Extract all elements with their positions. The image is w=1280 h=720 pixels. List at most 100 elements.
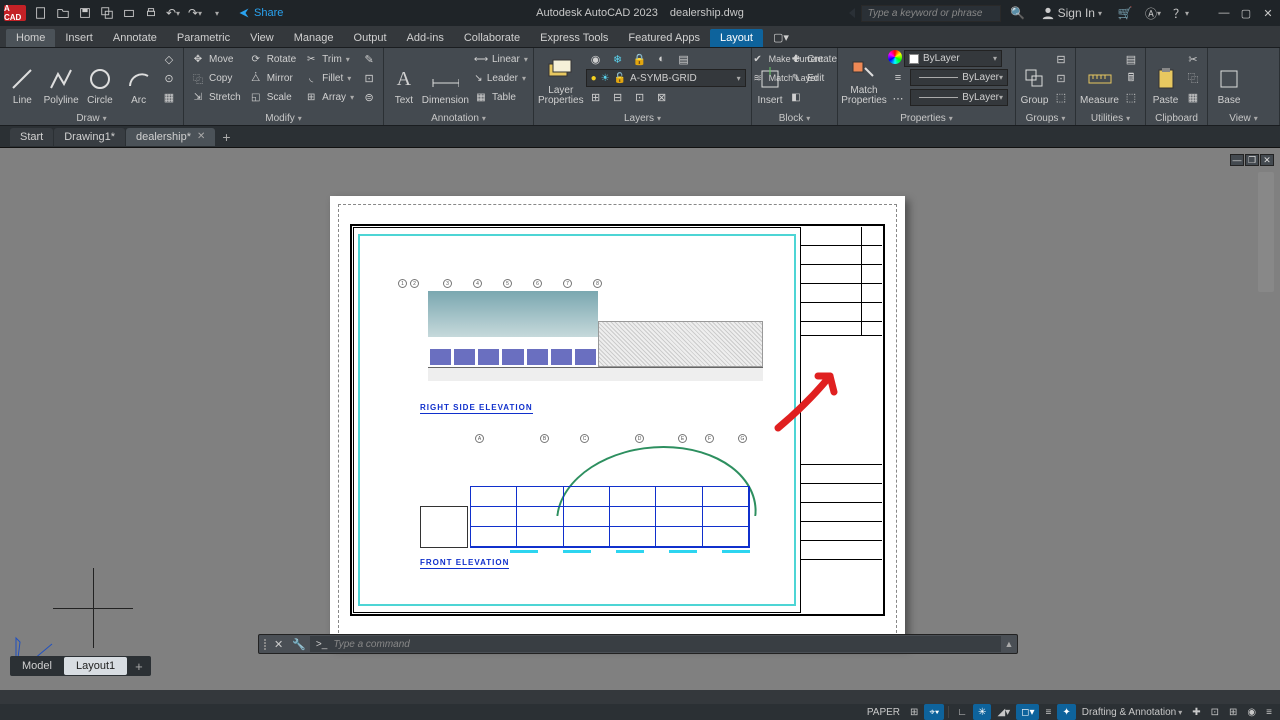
navigation-bar[interactable] — [1258, 172, 1274, 292]
tab-close-icon[interactable]: ✕ — [197, 131, 205, 142]
layer-s2-icon[interactable]: ⊟ — [608, 88, 628, 106]
layer-properties-button[interactable]: Layer Properties — [538, 50, 584, 106]
text-button[interactable]: AText — [388, 50, 420, 106]
cmd-close-icon[interactable]: ✕ — [269, 638, 288, 651]
group-button[interactable]: Group — [1020, 50, 1049, 106]
linetype-selector[interactable]: ByLayer▾ — [910, 89, 1008, 106]
table-button[interactable]: ▦Table — [471, 88, 529, 106]
arc-button[interactable]: Arc — [120, 50, 157, 106]
status-snap-icon[interactable]: ⌖▾ — [924, 704, 944, 720]
status-osnap-icon[interactable]: ◻▾ — [1016, 704, 1039, 720]
copy-clip-icon[interactable]: ⿻ — [1183, 69, 1203, 87]
edit-block-button[interactable]: ✎Edit — [786, 69, 840, 87]
status-iso-icon[interactable]: ◢▾ — [993, 704, 1014, 720]
menu-view[interactable]: View — [240, 29, 284, 47]
base-view-button[interactable]: Base — [1212, 50, 1246, 106]
qat-undo-icon[interactable]: ↶▾ — [164, 4, 182, 22]
rotate-button[interactable]: ⟳Rotate — [246, 50, 299, 68]
group-sel-icon[interactable]: ⬚ — [1051, 88, 1071, 106]
layer-freeze-icon[interactable]: ❄ — [608, 50, 628, 68]
status-polar-icon[interactable]: ✳ — [973, 704, 991, 720]
leader-button[interactable]: ↘Leader▾ — [471, 69, 529, 87]
menu-layout[interactable]: Layout — [710, 29, 763, 47]
layer-iso-icon[interactable]: ◐ — [652, 50, 672, 68]
maximize-icon[interactable]: ▢ — [1238, 6, 1254, 20]
layer-lock-icon[interactable]: 🔒 — [630, 50, 650, 68]
menu-output[interactable]: Output — [344, 29, 397, 47]
signin-button[interactable]: Sign In ▾ — [1037, 4, 1106, 22]
layer-more-icon[interactable]: ▤ — [674, 50, 694, 68]
cut-icon[interactable]: ✂ — [1183, 50, 1203, 68]
polyline-button[interactable]: Polyline — [43, 50, 80, 106]
menu-manage[interactable]: Manage — [284, 29, 344, 47]
menu-collaborate[interactable]: Collaborate — [454, 29, 530, 47]
status-paper[interactable]: PAPER — [863, 704, 904, 720]
dimension-button[interactable]: Dimension — [422, 50, 469, 106]
tab-model[interactable]: Model — [10, 657, 64, 675]
menu-annotate[interactable]: Annotate — [103, 29, 167, 47]
group-edit-icon[interactable]: ⊡ — [1051, 69, 1071, 87]
panel-view-title[interactable]: View▾ — [1212, 112, 1275, 125]
command-line[interactable]: ✕ 🔧 >_ Type a command ▲ — [258, 634, 1018, 654]
menu-extra-icon[interactable]: ▢▾ — [763, 28, 799, 47]
linetype-icon[interactable]: ⋯ — [888, 89, 908, 107]
qat-save-icon[interactable] — [76, 4, 94, 22]
menu-addins[interactable]: Add-ins — [397, 29, 454, 47]
status-a2-icon[interactable]: ⊡ — [1207, 704, 1223, 720]
tab-layout1[interactable]: Layout1 — [64, 657, 127, 675]
new-tab-button[interactable]: + — [216, 128, 236, 146]
menu-home[interactable]: Home — [6, 29, 55, 47]
move-button[interactable]: ✥Move — [188, 50, 244, 68]
array-button[interactable]: ⊞Array▾ — [301, 88, 357, 106]
layer-selector[interactable]: ● ☀ 🔓 A-SYMB-GRID ▾ — [586, 69, 746, 87]
tab-dealership[interactable]: dealership*✕ — [126, 128, 215, 146]
status-a4-icon[interactable]: ◉ — [1243, 704, 1260, 720]
qat-more-icon[interactable]: ▾ — [208, 4, 226, 22]
paste-button[interactable]: Paste — [1150, 50, 1181, 106]
autodesk-app-icon[interactable]: Ⓐ▾ — [1144, 4, 1162, 22]
menu-express[interactable]: Express Tools — [530, 29, 618, 47]
qat-saveas-icon[interactable] — [98, 4, 116, 22]
draw-misc2-icon[interactable]: ⊙ — [159, 69, 179, 87]
panel-properties-title[interactable]: Properties▾ — [842, 112, 1011, 125]
panel-layers-title[interactable]: Layers▾ — [538, 112, 747, 125]
block-attr-icon[interactable]: ◧ — [786, 88, 840, 106]
qat-new-icon[interactable] — [32, 4, 50, 22]
status-a1-icon[interactable]: ✚ — [1188, 704, 1204, 720]
help-icon[interactable]: ？▾ — [1172, 4, 1190, 22]
cmd-input[interactable]: Type a command — [333, 639, 410, 650]
mdi-min-icon[interactable]: — — [1230, 154, 1244, 166]
draw-misc3-icon[interactable]: ▦ — [159, 88, 179, 106]
tab-start[interactable]: Start — [10, 128, 53, 146]
ungroup-icon[interactable]: ⊟ — [1051, 50, 1071, 68]
search-icon[interactable]: 🔍 — [1009, 4, 1027, 22]
layer-s4-icon[interactable]: ⊠ — [652, 88, 672, 106]
scale-button[interactable]: ◱Scale — [246, 88, 299, 106]
qat-print-icon[interactable] — [142, 4, 160, 22]
draw-misc1-icon[interactable]: ◇ — [159, 50, 179, 68]
status-ortho-icon[interactable]: ∟ — [953, 704, 971, 720]
layer-s3-icon[interactable]: ⊡ — [630, 88, 650, 106]
mirror-button[interactable]: ⧊Mirror — [246, 69, 299, 87]
status-dyn-icon[interactable]: ✦ — [1057, 704, 1075, 720]
match-properties-button[interactable]: Match Properties — [842, 50, 886, 106]
app-icon[interactable]: A CAD — [4, 5, 26, 21]
status-workspace[interactable]: Drafting & Annotation▾ — [1078, 704, 1187, 720]
linear-button[interactable]: ⟷Linear▾ — [471, 50, 529, 68]
panel-groups-title[interactable]: Groups▾ — [1020, 112, 1071, 125]
copy-button[interactable]: ⿻Copy — [188, 69, 244, 87]
panel-utilities-title[interactable]: Utilities▾ — [1080, 112, 1141, 125]
status-menu-icon[interactable]: ≡ — [1262, 704, 1276, 720]
mdi-close-icon[interactable]: ✕ — [1260, 154, 1274, 166]
stretch-button[interactable]: ⇲Stretch — [188, 88, 244, 106]
menu-parametric[interactable]: Parametric — [167, 29, 240, 47]
panel-annotation-title[interactable]: Annotation▾ — [388, 112, 529, 125]
cart-icon[interactable]: 🛒 — [1116, 4, 1134, 22]
trim-button[interactable]: ✂Trim▾ — [301, 50, 357, 68]
qat-open-icon[interactable] — [54, 4, 72, 22]
cmd-history-icon[interactable]: ▲ — [1001, 639, 1017, 649]
status-grid-icon[interactable]: ⊞ — [906, 704, 922, 720]
layer-off-icon[interactable]: ◉ — [586, 50, 606, 68]
line-button[interactable]: Line — [4, 50, 41, 106]
close-icon[interactable]: ✕ — [1260, 6, 1276, 20]
